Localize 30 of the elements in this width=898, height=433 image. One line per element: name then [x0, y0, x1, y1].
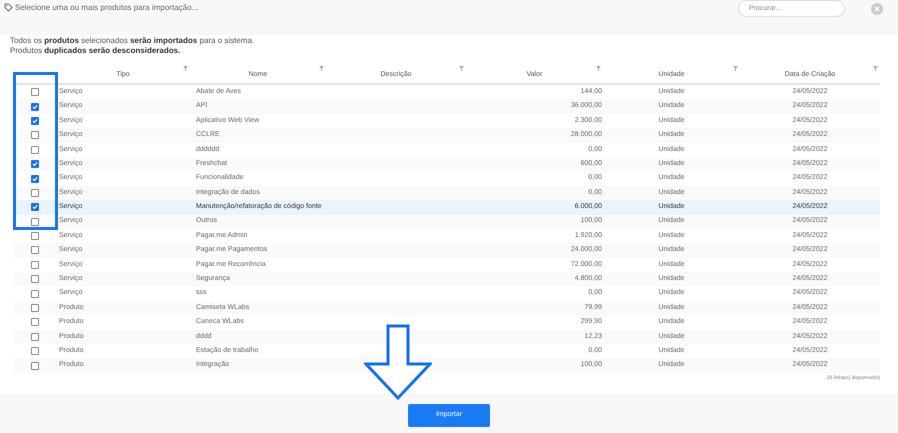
filter-icon[interactable] — [873, 66, 878, 71]
checkbox[interactable] — [31, 203, 39, 212]
tag-icon — [4, 3, 13, 12]
filter-icon[interactable] — [183, 66, 188, 71]
checkbox[interactable] — [31, 332, 39, 341]
filter-icon[interactable] — [596, 66, 601, 71]
checkbox[interactable] — [31, 318, 39, 326]
checkbox[interactable] — [31, 304, 39, 312]
checkbox[interactable] — [31, 188, 39, 197]
checkbox[interactable] — [31, 362, 39, 370]
checkbox[interactable] — [31, 116, 39, 125]
checkbox[interactable] — [31, 347, 39, 356]
checkbox[interactable] — [31, 246, 39, 254]
checkbox[interactable] — [31, 102, 39, 111]
notice-text: Todos os produtos selecionados serão importados para o sistema. — [10, 36, 256, 46]
dialog-title: Selecione uma ou mais produtos para importação... — [15, 2, 198, 14]
checkbox[interactable] — [31, 146, 39, 154]
checkbox[interactable] — [31, 174, 39, 183]
notice-text: Produtos duplicados serão desconsiderados. — [10, 46, 182, 56]
filter-icon[interactable] — [319, 66, 324, 71]
checkbox[interactable] — [31, 88, 39, 96]
checkbox[interactable] — [31, 290, 39, 298]
checkbox[interactable] — [31, 275, 39, 284]
checkbox[interactable] — [31, 218, 39, 226]
filter-icon[interactable] — [459, 66, 464, 71]
checkbox[interactable] — [31, 232, 39, 240]
checkbox[interactable] — [31, 160, 39, 168]
checkbox[interactable] — [31, 260, 39, 269]
checkbox[interactable] — [31, 131, 39, 140]
filter-icon[interactable] — [733, 66, 738, 71]
